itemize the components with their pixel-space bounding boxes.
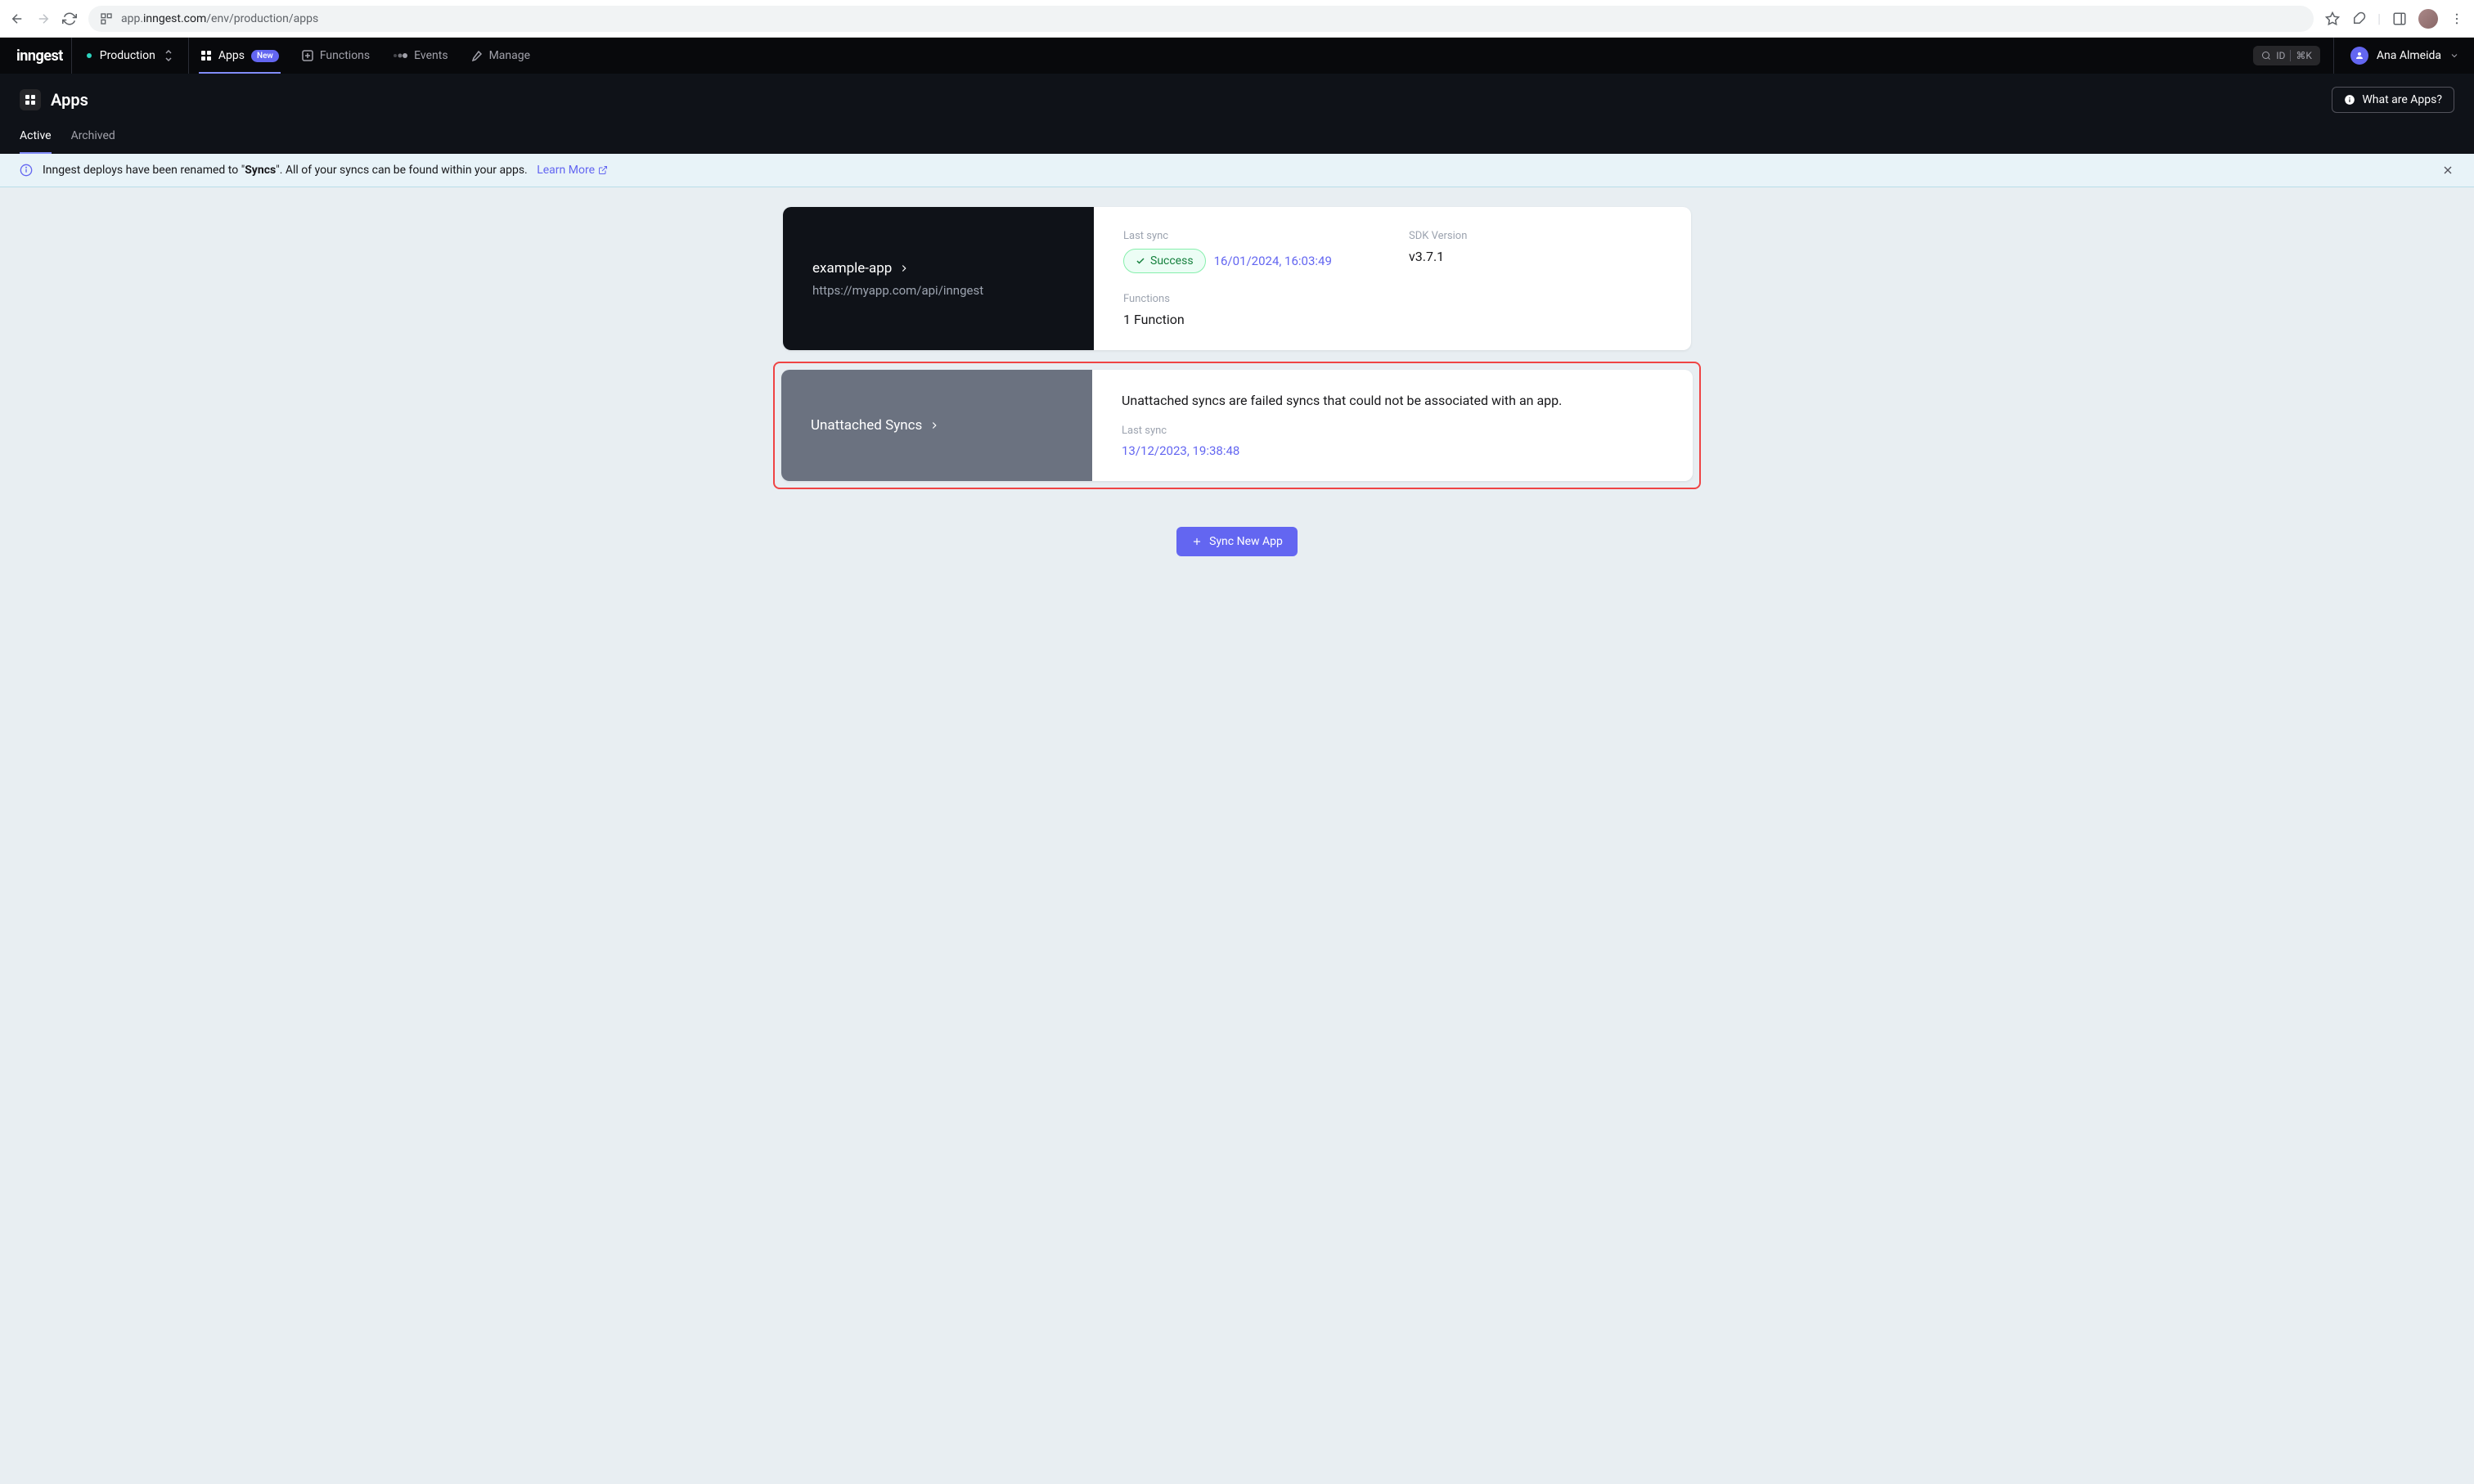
status-badge: Success [1123, 249, 1206, 273]
app-header: inngest Production Apps New Functions Ev… [0, 38, 2474, 74]
app-card-header: example-app https://myapp.com/api/innges… [783, 207, 1094, 350]
page-title: Apps [51, 90, 88, 110]
nav-apps[interactable]: Apps New [189, 38, 290, 74]
env-status-dot [87, 53, 92, 58]
nav-functions-label: Functions [320, 49, 370, 62]
highlight-annotation: Unattached Syncs Unattached syncs are fa… [773, 362, 1701, 489]
bookmark-icon[interactable] [2325, 11, 2340, 26]
unattached-card-body: Unattached syncs are failed syncs that c… [1092, 370, 1693, 481]
extensions-icon[interactable] [2351, 11, 2366, 26]
info-icon [2344, 94, 2355, 106]
close-icon [2441, 164, 2454, 177]
app-name-row: example-app [812, 260, 1064, 277]
nav-manage-label: Manage [489, 49, 530, 62]
app-card[interactable]: example-app https://myapp.com/api/innges… [783, 207, 1691, 350]
help-button-label: What are Apps? [2362, 93, 2442, 106]
unattached-timestamp[interactable]: 13/12/2023, 19:38:48 [1122, 443, 1663, 458]
check-icon [1136, 256, 1145, 266]
page-title-row: Apps What are Apps? [20, 87, 2454, 113]
app-url: https://myapp.com/api/inngest [812, 283, 1064, 298]
nav-functions[interactable]: Functions [290, 38, 381, 74]
unattached-title: Unattached Syncs [811, 417, 922, 434]
help-button[interactable]: What are Apps? [2332, 87, 2454, 113]
nav-events-label: Events [414, 49, 448, 62]
url-bar[interactable]: app.inngest.com/env/production/apps [88, 6, 2314, 32]
unattached-description: Unattached syncs are failed syncs that c… [1122, 393, 1663, 408]
app-card-body: Last sync Success 16/01/2024, 16:03:49 S… [1094, 207, 1691, 350]
sdk-label: SDK Version [1409, 230, 1662, 242]
chevron-right-icon [898, 263, 910, 274]
sync-new-app-button[interactable]: Sync New App [1176, 527, 1298, 556]
user-avatar [2350, 47, 2368, 65]
sdk-version: v3.7.1 [1409, 249, 1662, 264]
last-sync-section: Last sync Success 16/01/2024, 16:03:49 [1123, 230, 1376, 273]
unattached-last-sync-label: Last sync [1122, 425, 1663, 437]
functions-icon [302, 50, 313, 61]
main-content: example-app https://myapp.com/api/innges… [0, 187, 2474, 576]
panel-icon[interactable] [2392, 11, 2407, 26]
url-text: app.inngest.com/env/production/apps [121, 12, 318, 25]
sub-tabs: Active Archived [20, 129, 2454, 154]
browser-nav [10, 11, 77, 26]
search-trigger[interactable]: ID ⌘K [2253, 46, 2320, 65]
forward-icon[interactable] [36, 11, 51, 26]
functions-label: Functions [1123, 293, 1376, 305]
sdk-section: SDK Version v3.7.1 [1409, 230, 1662, 273]
back-icon[interactable] [10, 11, 25, 26]
banner-learn-more-link[interactable]: Learn More [537, 164, 608, 177]
sync-button-label: Sync New App [1209, 535, 1283, 548]
env-selector[interactable]: Production [71, 38, 189, 74]
logo[interactable]: inngest [8, 47, 71, 65]
unattached-card[interactable]: Unattached Syncs Unattached syncs are fa… [781, 370, 1693, 481]
chevron-right-icon [929, 420, 940, 431]
nav-apps-label: Apps [218, 49, 245, 62]
functions-section: Functions 1 Function [1123, 293, 1376, 327]
banner-text: Inngest deploys have been renamed to "Sy… [43, 164, 608, 177]
sync-timestamp[interactable]: 16/01/2024, 16:03:49 [1214, 254, 1332, 268]
page-title-icon [20, 89, 41, 110]
search-kbd: ⌘K [2290, 50, 2312, 61]
browser-actions: | [2325, 9, 2464, 29]
banner-close-button[interactable] [2441, 164, 2454, 177]
manage-icon [471, 50, 483, 61]
user-menu[interactable]: Ana Almeida [2333, 38, 2466, 74]
search-icon [2261, 51, 2271, 61]
chevron-down-icon [2449, 51, 2459, 61]
env-name: Production [100, 49, 155, 62]
site-settings-icon[interactable] [100, 12, 113, 25]
reload-icon[interactable] [62, 11, 77, 26]
tab-archived[interactable]: Archived [71, 129, 115, 154]
functions-count: 1 Function [1123, 312, 1376, 327]
main-nav: Apps New Functions Events Manage [189, 38, 542, 74]
events-icon [393, 52, 407, 60]
info-icon [20, 164, 33, 177]
plus-icon [1191, 536, 1203, 547]
last-sync-label: Last sync [1123, 230, 1376, 242]
apps-icon [200, 50, 212, 61]
browser-toolbar: app.inngest.com/env/production/apps | [0, 0, 2474, 38]
menu-icon[interactable] [2449, 11, 2464, 26]
external-link-icon [598, 165, 608, 175]
sub-header: Apps What are Apps? Active Archived [0, 74, 2474, 154]
tab-active[interactable]: Active [20, 129, 52, 154]
nav-manage[interactable]: Manage [460, 38, 542, 74]
app-name: example-app [812, 260, 892, 277]
new-badge: New [251, 50, 279, 62]
user-name: Ana Almeida [2377, 49, 2441, 62]
header-right: ID ⌘K Ana Almeida [2253, 38, 2466, 74]
unattached-card-header: Unattached Syncs [781, 370, 1092, 481]
chevron-updown-icon [164, 49, 173, 62]
unattached-title-row: Unattached Syncs [811, 417, 1063, 434]
nav-events[interactable]: Events [381, 38, 459, 74]
search-label: ID [2276, 50, 2285, 61]
browser-profile-avatar[interactable] [2418, 9, 2438, 29]
info-banner: Inngest deploys have been renamed to "Sy… [0, 154, 2474, 187]
